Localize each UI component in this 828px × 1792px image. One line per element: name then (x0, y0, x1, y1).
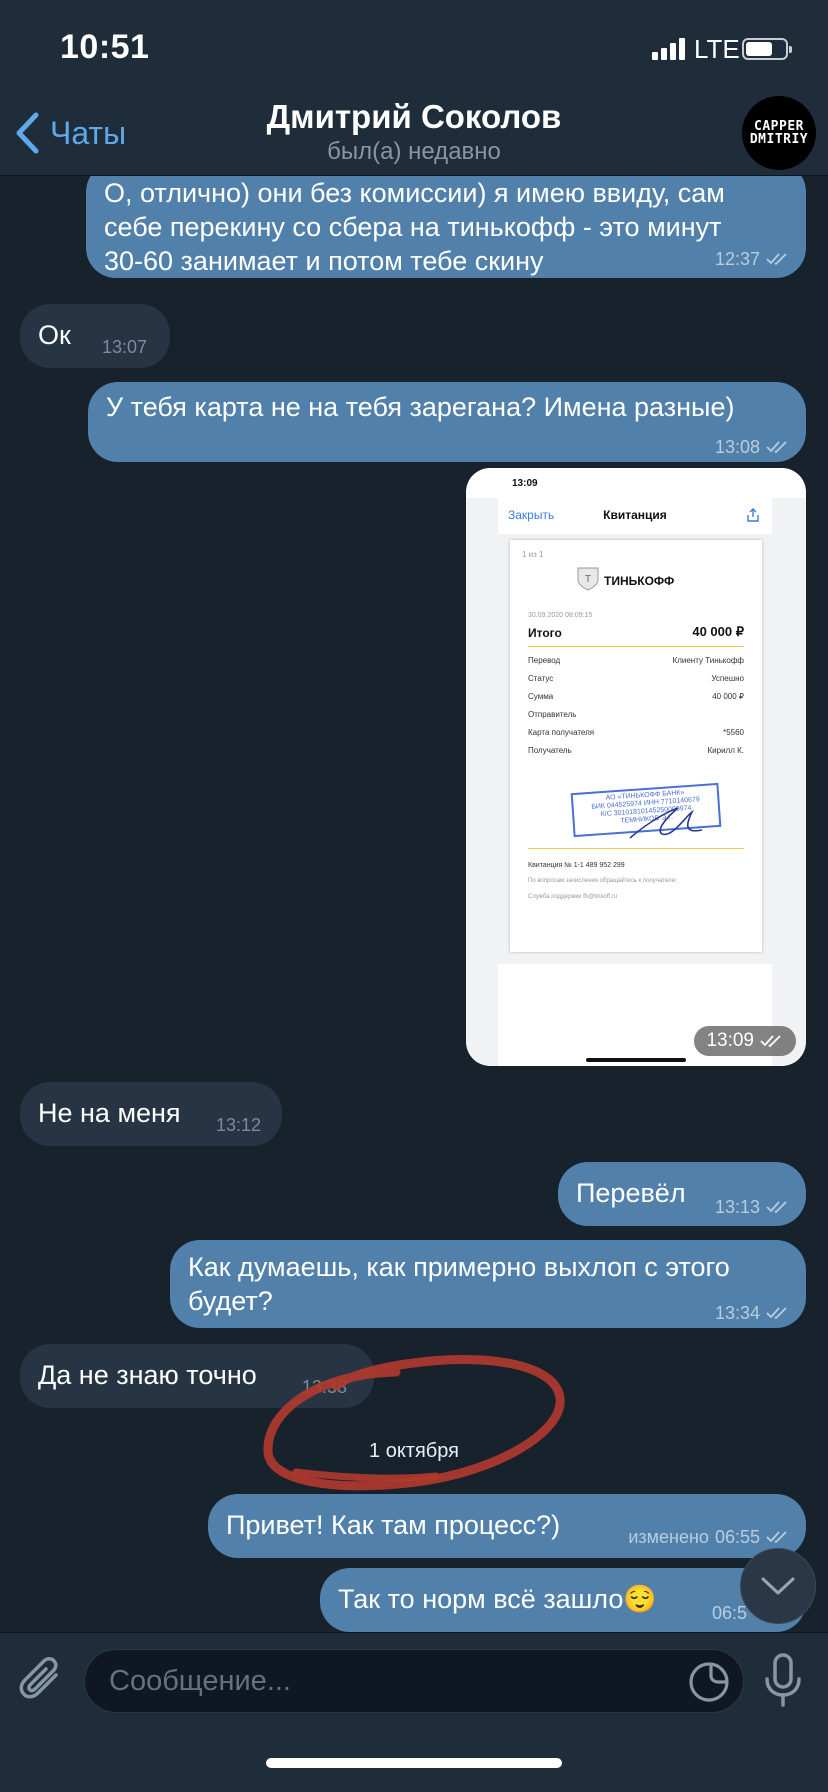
annotation-circle (263, 1355, 565, 1491)
last-seen-status: был(а) недавно (327, 138, 501, 165)
message-text: Как думаешь, как примерно выхлоп с этого… (188, 1252, 730, 1316)
message-time: 12:37 (714, 249, 760, 269)
receipt-page: 1 из 1 (522, 550, 544, 559)
double-check-icon (766, 1307, 787, 1320)
bank-name: ТИНЬКОФФ (604, 574, 675, 588)
chat-header: Чаты Дмитрий Соколов был(а) недавно CAPP… (0, 96, 828, 176)
message-meta: 13:12 (216, 1108, 261, 1142)
avatar[interactable]: CAPPER DMITRIY (742, 96, 816, 170)
edited-label: изменено (628, 1527, 709, 1547)
message-text: Не на меня (38, 1098, 181, 1128)
chevron-down-icon (761, 1577, 795, 1595)
message-time: 06:55 (714, 1527, 760, 1547)
receipt-screenshot: 13:09 Закрыть Квитанция 1 из 1 T ТИНЬКОФ… (466, 468, 806, 1066)
double-check-icon (766, 1201, 787, 1214)
network-type: LTE (694, 34, 740, 64)
sticker-icon (689, 1662, 729, 1702)
message-bubble-incoming[interactable]: Не на меня 13:12 (20, 1082, 282, 1146)
message-text: О, отлично) они без комиссии) я имею вви… (104, 178, 725, 276)
message-input[interactable] (109, 1650, 669, 1712)
total-value: 40 000 ₽ (692, 624, 744, 639)
receipt-row: Карта получателя *5560 (528, 728, 744, 737)
receipt-support: Служба поддержки fb@tinkoff.ru (528, 894, 618, 900)
sticker-button[interactable] (687, 1660, 731, 1709)
message-bubble-outgoing[interactable]: Перевёл 13:13 (558, 1162, 806, 1226)
attach-button[interactable] (18, 1655, 66, 1712)
microphone-icon (765, 1653, 801, 1707)
double-check-icon (766, 1531, 787, 1544)
message-text: Перевёл (576, 1178, 686, 1208)
receipt-row: Получатель Кирилл К. (528, 746, 744, 755)
photo-message[interactable]: 13:09 Закрыть Квитанция 1 из 1 T ТИНЬКОФ… (466, 468, 806, 1066)
message-text: Ок (38, 320, 71, 350)
message-text: У тебя карта не на тебя зарегана? Имена … (106, 392, 735, 422)
status-time: 10:51 (60, 28, 150, 66)
message-time: 13:12 (216, 1115, 262, 1135)
message-bubble-outgoing[interactable]: У тебя карта не на тебя зарегана? Имена … (88, 382, 806, 462)
signature-icon (629, 807, 703, 839)
message-text: Так то норм всё зашло😌 (338, 1584, 658, 1614)
message-bubble-outgoing[interactable]: Как думаешь, как примерно выхлоп с этого… (170, 1240, 806, 1328)
message-field (84, 1649, 744, 1713)
photo-nav: Закрыть Квитанция (498, 498, 772, 534)
message-time: 06:5 (712, 1603, 748, 1623)
bank-logo-icon: T (577, 567, 599, 591)
svg-text:T: T (585, 574, 591, 585)
battery-icon (742, 38, 792, 60)
message-text: Привет! Как там процесс?) (226, 1510, 561, 1540)
message-text: Да не знаю точно (38, 1360, 257, 1390)
message-time: 13:09 (706, 1030, 754, 1051)
photo-home-indicator (586, 1058, 686, 1062)
share-icon (747, 508, 759, 522)
photo-meta: 13:09 (694, 1026, 796, 1056)
message-meta: 13:08 (715, 430, 790, 464)
message-time: 13:08 (714, 437, 760, 457)
receipt-number: Квитанция № 1-1 489 952 299 (528, 862, 625, 869)
receipt-row: Сумма 40 000 ₽ (528, 692, 744, 701)
receipt-row: Статус Успешно (528, 674, 744, 683)
message-bubble-incoming[interactable]: Ок 13:07 (20, 304, 170, 368)
status-bar: 10:51 LTE (0, 0, 828, 96)
receipt-divider (528, 646, 744, 647)
message-meta: 12:37 (715, 242, 790, 276)
receipt-row: Перевод Клиенту Тинькофф (528, 656, 744, 665)
receipt-card: 1 из 1 T ТИНЬКОФФ 30.09.2020 08:09:15 Ит… (510, 540, 762, 952)
photo-header: Квитанция (603, 508, 667, 522)
double-check-icon (766, 441, 787, 454)
message-meta: 13:07 (102, 330, 147, 364)
message-meta: 13:13 (715, 1190, 790, 1224)
receipt-datetime: 30.09.2020 08:09:15 (528, 612, 593, 619)
voice-record-button[interactable] (764, 1653, 802, 1714)
receipt-divider (528, 848, 744, 849)
message-bubble-outgoing[interactable]: О, отлично) они без комиссии) я имею вви… (86, 176, 806, 278)
message-bubble-outgoing[interactable]: Так то норм всё зашло😌 06:5 (320, 1568, 806, 1632)
paperclip-icon (19, 1657, 58, 1699)
avatar-line-2: DMITRIY (749, 132, 809, 147)
message-composer (0, 1632, 828, 1792)
message-time: 13:34 (714, 1303, 760, 1323)
scroll-down-button[interactable] (740, 1548, 816, 1624)
receipt-note: По вопросам зачисления обращайтесь к пол… (528, 878, 676, 884)
message-bubble-outgoing[interactable]: Привет! Как там процесс?) изменено 06:55 (208, 1494, 806, 1558)
total-label: Итого (528, 626, 562, 640)
message-time: 13:07 (102, 337, 148, 357)
receipt-row: Отправитель (528, 710, 577, 719)
photo-status-bar: 13:09 (466, 468, 806, 498)
double-check-icon (760, 1035, 781, 1048)
signal-icon (652, 38, 686, 60)
double-check-icon (766, 253, 787, 266)
home-indicator (266, 1758, 562, 1768)
message-time: 13:13 (714, 1197, 760, 1217)
photo-time: 13:09 (512, 478, 538, 489)
message-meta: 06:5 (712, 1596, 747, 1630)
chat-title[interactable]: Дмитрий Соколов (0, 98, 828, 136)
message-meta: 13:34 (715, 1296, 790, 1330)
